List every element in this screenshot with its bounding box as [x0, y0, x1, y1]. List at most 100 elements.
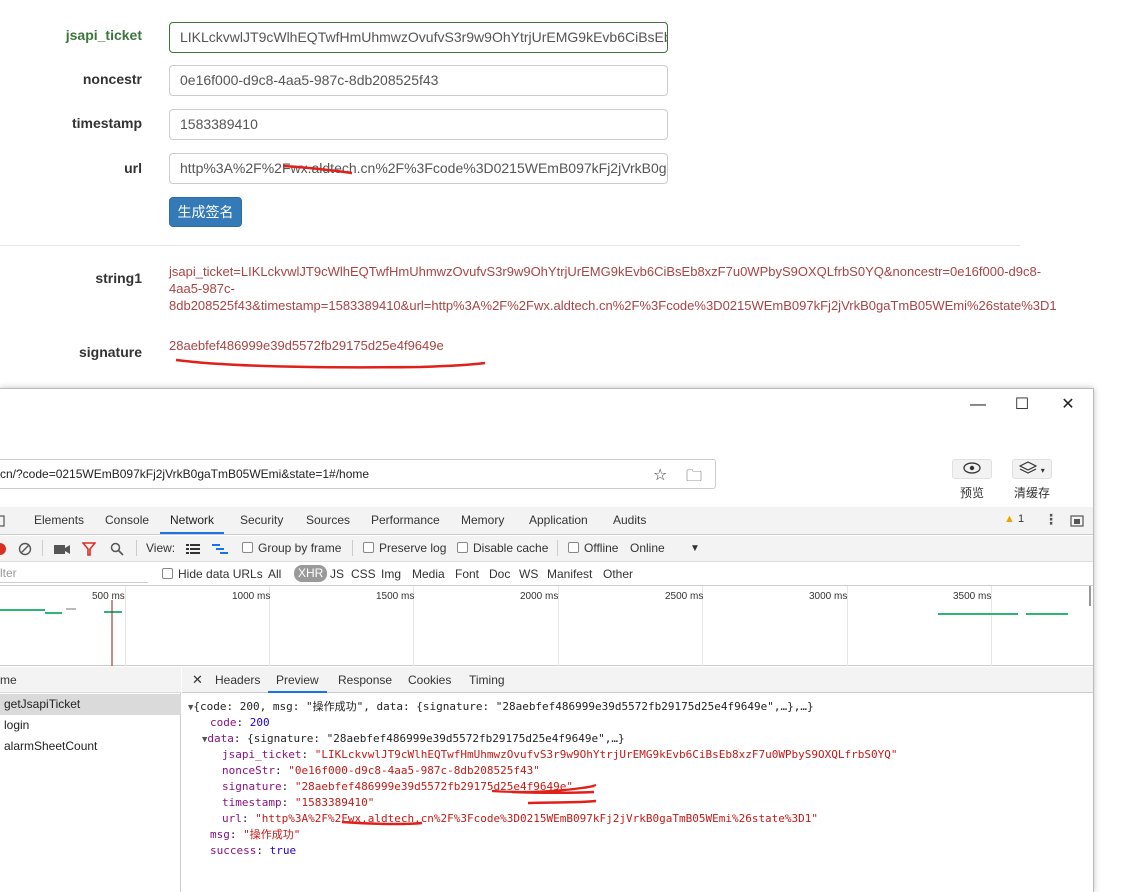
- address-bar[interactable]: cn/?code=0215WEmB097kFj2jVrkB0gaTmB05WEm…: [0, 459, 716, 489]
- json-key: code: [210, 716, 237, 729]
- json-url-line: url: "http%3A%2F%2Fwx.aldtech.cn%2F%3Fco…: [222, 812, 819, 825]
- request-row-alarmsheetcount[interactable]: alarmSheetCount: [0, 736, 181, 757]
- list-view-icon[interactable]: [186, 543, 200, 555]
- preserve-log-checkbox[interactable]: Preserve log: [363, 541, 446, 555]
- undock-icon[interactable]: [1070, 515, 1084, 527]
- filter-type-font[interactable]: Font: [455, 567, 479, 581]
- devtools-tab-bar: Elements Console Network Security Source…: [0, 507, 1093, 535]
- timestamp-input[interactable]: 1583389410: [169, 109, 668, 140]
- layers-icon: [1018, 461, 1038, 474]
- address-url: cn/?code=0215WEmB097kFj2jVrkB0gaTmB05WEm…: [0, 467, 370, 481]
- checkbox-box: [363, 542, 374, 553]
- json-key: jsapi_ticket: [222, 748, 302, 761]
- warning-counter[interactable]: ▲ 1: [1004, 513, 1024, 525]
- signature-value: 28aebfef486999e39d5572fb29175d25e4f9649e: [169, 338, 444, 353]
- filter-type-media[interactable]: Media: [412, 567, 445, 581]
- tab-performance[interactable]: Performance: [369, 507, 442, 534]
- filter-input[interactable]: lter: [0, 566, 148, 583]
- json-value: {signature: "28aebfef486999e39d5572fb291…: [247, 732, 625, 745]
- tab-cookies[interactable]: Cookies: [406, 667, 453, 693]
- clear-icon[interactable]: [18, 542, 32, 556]
- json-data-line[interactable]: ▼data: {signature: "28aebfef486999e39d55…: [202, 731, 625, 748]
- group-by-frame-label: Group by frame: [258, 541, 342, 555]
- chevron-down-icon[interactable]: ▼: [690, 543, 700, 554]
- network-toolbar: View: Group by frame Preserve log Disabl…: [0, 536, 1093, 562]
- checkbox-box: [162, 568, 173, 579]
- tab-memory[interactable]: Memory: [459, 507, 506, 534]
- eye-icon: [963, 462, 981, 474]
- record-icon[interactable]: [0, 542, 6, 556]
- tab-preview[interactable]: Preview: [268, 667, 327, 693]
- json-key: url: [222, 812, 242, 825]
- more-options-icon[interactable]: ⋮: [1044, 511, 1058, 528]
- toolbar-separator: [42, 540, 43, 556]
- jsapi-ticket-input[interactable]: LIKLckvwlJT9cWlhEQTwfHmUhmwzOvufvS3r9w9O…: [169, 22, 668, 53]
- json-root-line[interactable]: ▼{code: 200, msg: "操作成功", data: {signatu…: [188, 699, 814, 716]
- filter-type-other[interactable]: Other: [603, 567, 633, 581]
- tab-security[interactable]: Security: [238, 507, 285, 534]
- tab-audits[interactable]: Audits: [611, 507, 648, 534]
- close-button[interactable]: ✕: [1054, 395, 1082, 415]
- inspect-icon[interactable]: [0, 515, 6, 527]
- offline-checkbox[interactable]: Offline: [568, 541, 618, 555]
- minimize-button[interactable]: —: [964, 395, 992, 415]
- tab-elements[interactable]: Elements: [32, 507, 86, 534]
- filter-type-css[interactable]: CSS: [351, 567, 376, 581]
- group-by-frame-checkbox[interactable]: Group by frame: [242, 541, 341, 555]
- filter-type-ws[interactable]: WS: [519, 567, 538, 581]
- form-divider: [0, 245, 1020, 246]
- timeline-overview[interactable]: 500 ms 1000 ms 1500 ms 2000 ms 2500 ms 3…: [0, 586, 1093, 666]
- signature-label: signature: [78, 344, 142, 360]
- red-annotation-marks: [175, 164, 486, 369]
- tab-sources[interactable]: Sources: [304, 507, 352, 534]
- tab-network[interactable]: Network: [160, 507, 225, 534]
- json-value: "28aebfef486999e39d5572fb29175d25e4f9649…: [294, 780, 574, 793]
- camera-icon[interactable]: [54, 543, 70, 555]
- request-row-getjsapiticket[interactable]: getJsapiTicket: [0, 694, 181, 715]
- preview-button[interactable]: [952, 459, 992, 479]
- tab-timing[interactable]: Timing: [467, 667, 507, 693]
- star-icon[interactable]: ☆: [653, 465, 667, 485]
- json-noncestr-line: nonceStr: "0e16f000-d9c8-4aa5-987c-8db20…: [222, 764, 540, 777]
- filter-type-xhr[interactable]: XHR: [294, 565, 328, 582]
- hide-data-urls-checkbox[interactable]: Hide data URLs: [162, 567, 263, 581]
- throttling-select[interactable]: Online: [630, 541, 665, 555]
- caret-down-icon: ▾: [1040, 466, 1045, 475]
- checkbox-box: [457, 542, 468, 553]
- json-jsapi-line: jsapi_ticket: "LIKLckvwlJT9cWlhEQTwfHmUh…: [222, 748, 898, 761]
- filter-type-all[interactable]: All: [268, 567, 281, 581]
- filter-icon[interactable]: [82, 542, 96, 556]
- filter-type-manifest[interactable]: Manifest: [547, 567, 592, 581]
- filter-type-js[interactable]: JS: [330, 567, 344, 581]
- folder-icon[interactable]: 🗀: [686, 465, 702, 492]
- filter-type-img[interactable]: Img: [381, 567, 401, 581]
- json-key: signature: [222, 780, 282, 793]
- json-key: msg: [210, 828, 230, 841]
- string1-value: jsapi_ticket=LIKLckvwlJT9cWlhEQTwfHmUhmw…: [169, 263, 1057, 314]
- warning-count: 1: [1017, 513, 1025, 525]
- disable-cache-checkbox[interactable]: Disable cache: [457, 541, 548, 555]
- maximize-button[interactable]: ☐: [1008, 395, 1036, 415]
- tab-headers[interactable]: Headers: [213, 667, 262, 693]
- tab-console[interactable]: Console: [103, 507, 151, 534]
- filter-type-doc[interactable]: Doc: [489, 567, 510, 581]
- tab-application[interactable]: Application: [527, 507, 590, 534]
- close-detail-icon[interactable]: ✕: [190, 667, 205, 693]
- toolbar-separator: [136, 540, 137, 556]
- filter-bar: lter Hide data URLs All XHR JS CSS Img M…: [0, 562, 1093, 586]
- waterfall-view-icon[interactable]: [212, 543, 228, 555]
- clear-cache-button[interactable]: ▾: [1012, 459, 1052, 479]
- json-preview: ▼{code: 200, msg: "操作成功", data: {signatu…: [182, 694, 1093, 892]
- tab-response[interactable]: Response: [336, 667, 394, 693]
- search-icon[interactable]: [110, 542, 124, 556]
- timestamp-label: timestamp: [71, 115, 142, 131]
- json-signature-line: signature: "28aebfef486999e39d5572fb2917…: [222, 780, 574, 793]
- request-row-login[interactable]: login: [0, 715, 181, 736]
- throttling-value: Online: [630, 541, 665, 555]
- noncestr-input[interactable]: 0e16f000-d9c8-4aa5-987c-8db208525f43: [169, 65, 668, 96]
- name-column-header[interactable]: me: [0, 667, 181, 693]
- generate-signature-button[interactable]: 生成签名: [169, 197, 242, 227]
- json-code-line: code: 200: [210, 716, 270, 729]
- string1-label: string1: [95, 270, 142, 286]
- url-input[interactable]: http%3A%2F%2Fwx.aldtech.cn%2F%3Fcode%3D0…: [169, 153, 668, 184]
